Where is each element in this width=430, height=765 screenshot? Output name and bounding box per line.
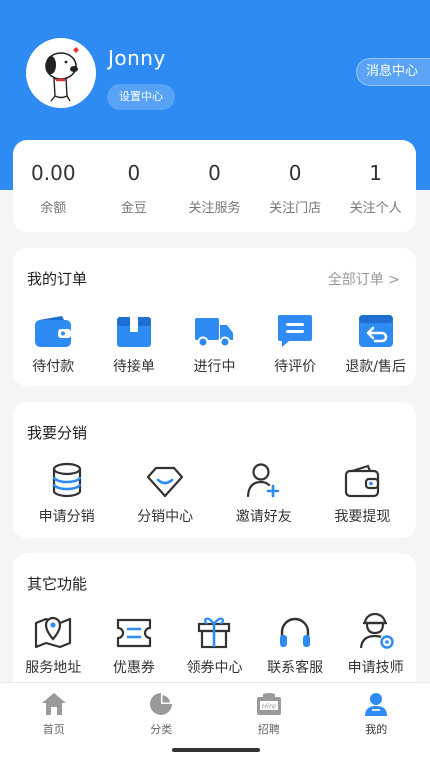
headphones-icon (255, 611, 335, 649)
distribution-center[interactable]: 分销中心 (120, 460, 210, 526)
ticket-icon (94, 611, 174, 649)
stat-followed-people[interactable]: 1 关注个人 (335, 140, 416, 232)
coupon-center[interactable]: 领券中心 (174, 611, 254, 677)
other-features-card: 其它功能 服务地址 优惠券 领券中心 联系客服 申请技师 (13, 553, 416, 685)
distribution-card: 我要分销 申请分销 分销中心 邀请好友 我要提现 (13, 402, 416, 538)
coupons[interactable]: 优惠券 (94, 611, 174, 677)
icon-label: 待接单 (112, 359, 155, 375)
stat-value: 0 (208, 161, 221, 185)
comment-icon (255, 310, 335, 348)
bottom-tab-bar: 首页 分类 Hire 招聘 我的 (0, 682, 430, 765)
truck-icon (174, 310, 254, 348)
technician-icon (336, 611, 416, 649)
stat-value: 0.00 (31, 161, 76, 185)
all-orders-link[interactable]: 全部订单 > (328, 269, 400, 289)
stat-value: 0 (288, 161, 302, 185)
order-awaiting-acceptance[interactable]: 待接单 (94, 310, 174, 376)
tab-home[interactable]: 首页 (0, 683, 108, 765)
icon-label: 申请技师 (347, 660, 404, 676)
package-icon (94, 310, 174, 348)
my-orders-card: 我的订单 全部订单 > 待付款 待接单 进行中 待评价 退款/售后 (13, 248, 416, 386)
icon-label: 退款/售后 (345, 359, 407, 375)
order-pending-payment[interactable]: 待付款 (13, 310, 93, 376)
withdraw-wallet-icon (317, 460, 407, 498)
icon-label: 服务地址 (25, 660, 82, 676)
icon-label: 申请分销 (38, 509, 95, 525)
gift-icon (174, 611, 254, 649)
stat-followed-services[interactable]: 0 关注服务 (174, 140, 255, 232)
tab-label: 分类 (150, 723, 173, 736)
stat-label: 余额 (40, 201, 67, 216)
order-to-review[interactable]: 待评价 (255, 310, 335, 376)
tab-category[interactable]: 分类 (108, 683, 216, 765)
icon-label: 优惠券 (112, 660, 155, 676)
section-title: 其它功能 (27, 575, 88, 593)
tab-recruitment[interactable]: Hire 招聘 (215, 683, 323, 765)
coins-stack-icon (22, 460, 112, 498)
username: Jonny (108, 46, 166, 70)
tab-label: 我的 (365, 723, 388, 736)
stat-followed-stores[interactable]: 0 关注门店 (255, 140, 336, 232)
add-user-icon (219, 460, 309, 498)
stat-label: 关注服务 (188, 201, 241, 216)
return-box-icon (336, 310, 416, 348)
stat-label: 金豆 (120, 201, 147, 216)
apply-distribution[interactable]: 申请分销 (22, 460, 112, 526)
icon-label: 联系客服 (267, 660, 324, 676)
pie-chart-icon (108, 691, 216, 717)
diamond-icon (120, 460, 210, 498)
section-title: 我要分销 (27, 424, 88, 442)
invite-friends[interactable]: 邀请好友 (219, 460, 309, 526)
message-center-button[interactable]: 消息中心 (356, 58, 430, 86)
stat-balance[interactable]: 0.00 余额 (13, 140, 94, 232)
wallet-icon (13, 310, 93, 348)
icon-label: 待付款 (32, 359, 75, 375)
contact-support[interactable]: 联系客服 (255, 611, 335, 677)
avatar[interactable] (26, 38, 96, 108)
icon-label: 邀请好友 (235, 509, 292, 525)
tab-label: 招聘 (257, 723, 280, 736)
icon-label: 分销中心 (137, 509, 194, 525)
hire-icon: Hire (215, 691, 323, 717)
stat-gold-beans[interactable]: 0 金豆 (94, 140, 175, 232)
section-title: 我的订单 (27, 270, 88, 288)
map-pin-icon (13, 611, 93, 649)
icon-label: 待评价 (274, 359, 317, 375)
icon-label: 领券中心 (186, 660, 243, 676)
icon-label: 我要提现 (334, 509, 391, 525)
home-indicator (172, 748, 260, 752)
user-icon (323, 691, 430, 717)
home-icon (0, 691, 108, 717)
hire-badge: Hire (262, 703, 276, 711)
stat-value: 1 (369, 161, 383, 185)
tab-label: 首页 (42, 723, 65, 736)
icon-label: 进行中 (193, 359, 236, 375)
service-address[interactable]: 服务地址 (13, 611, 93, 677)
stats-card: 0.00 余额 0 金豆 0 关注服务 0 关注门店 1 关注个人 (13, 140, 416, 232)
apply-technician[interactable]: 申请技师 (336, 611, 416, 677)
tab-mine[interactable]: 我的 (323, 683, 430, 765)
stat-value: 0 (127, 161, 141, 185)
order-in-progress[interactable]: 进行中 (174, 310, 254, 376)
withdraw[interactable]: 我要提现 (317, 460, 407, 526)
stat-label: 关注个人 (349, 201, 402, 216)
stat-label: 关注门店 (269, 201, 322, 216)
order-refund-after-sales[interactable]: 退款/售后 (336, 310, 416, 376)
settings-center-button[interactable]: 设置中心 (107, 84, 175, 110)
